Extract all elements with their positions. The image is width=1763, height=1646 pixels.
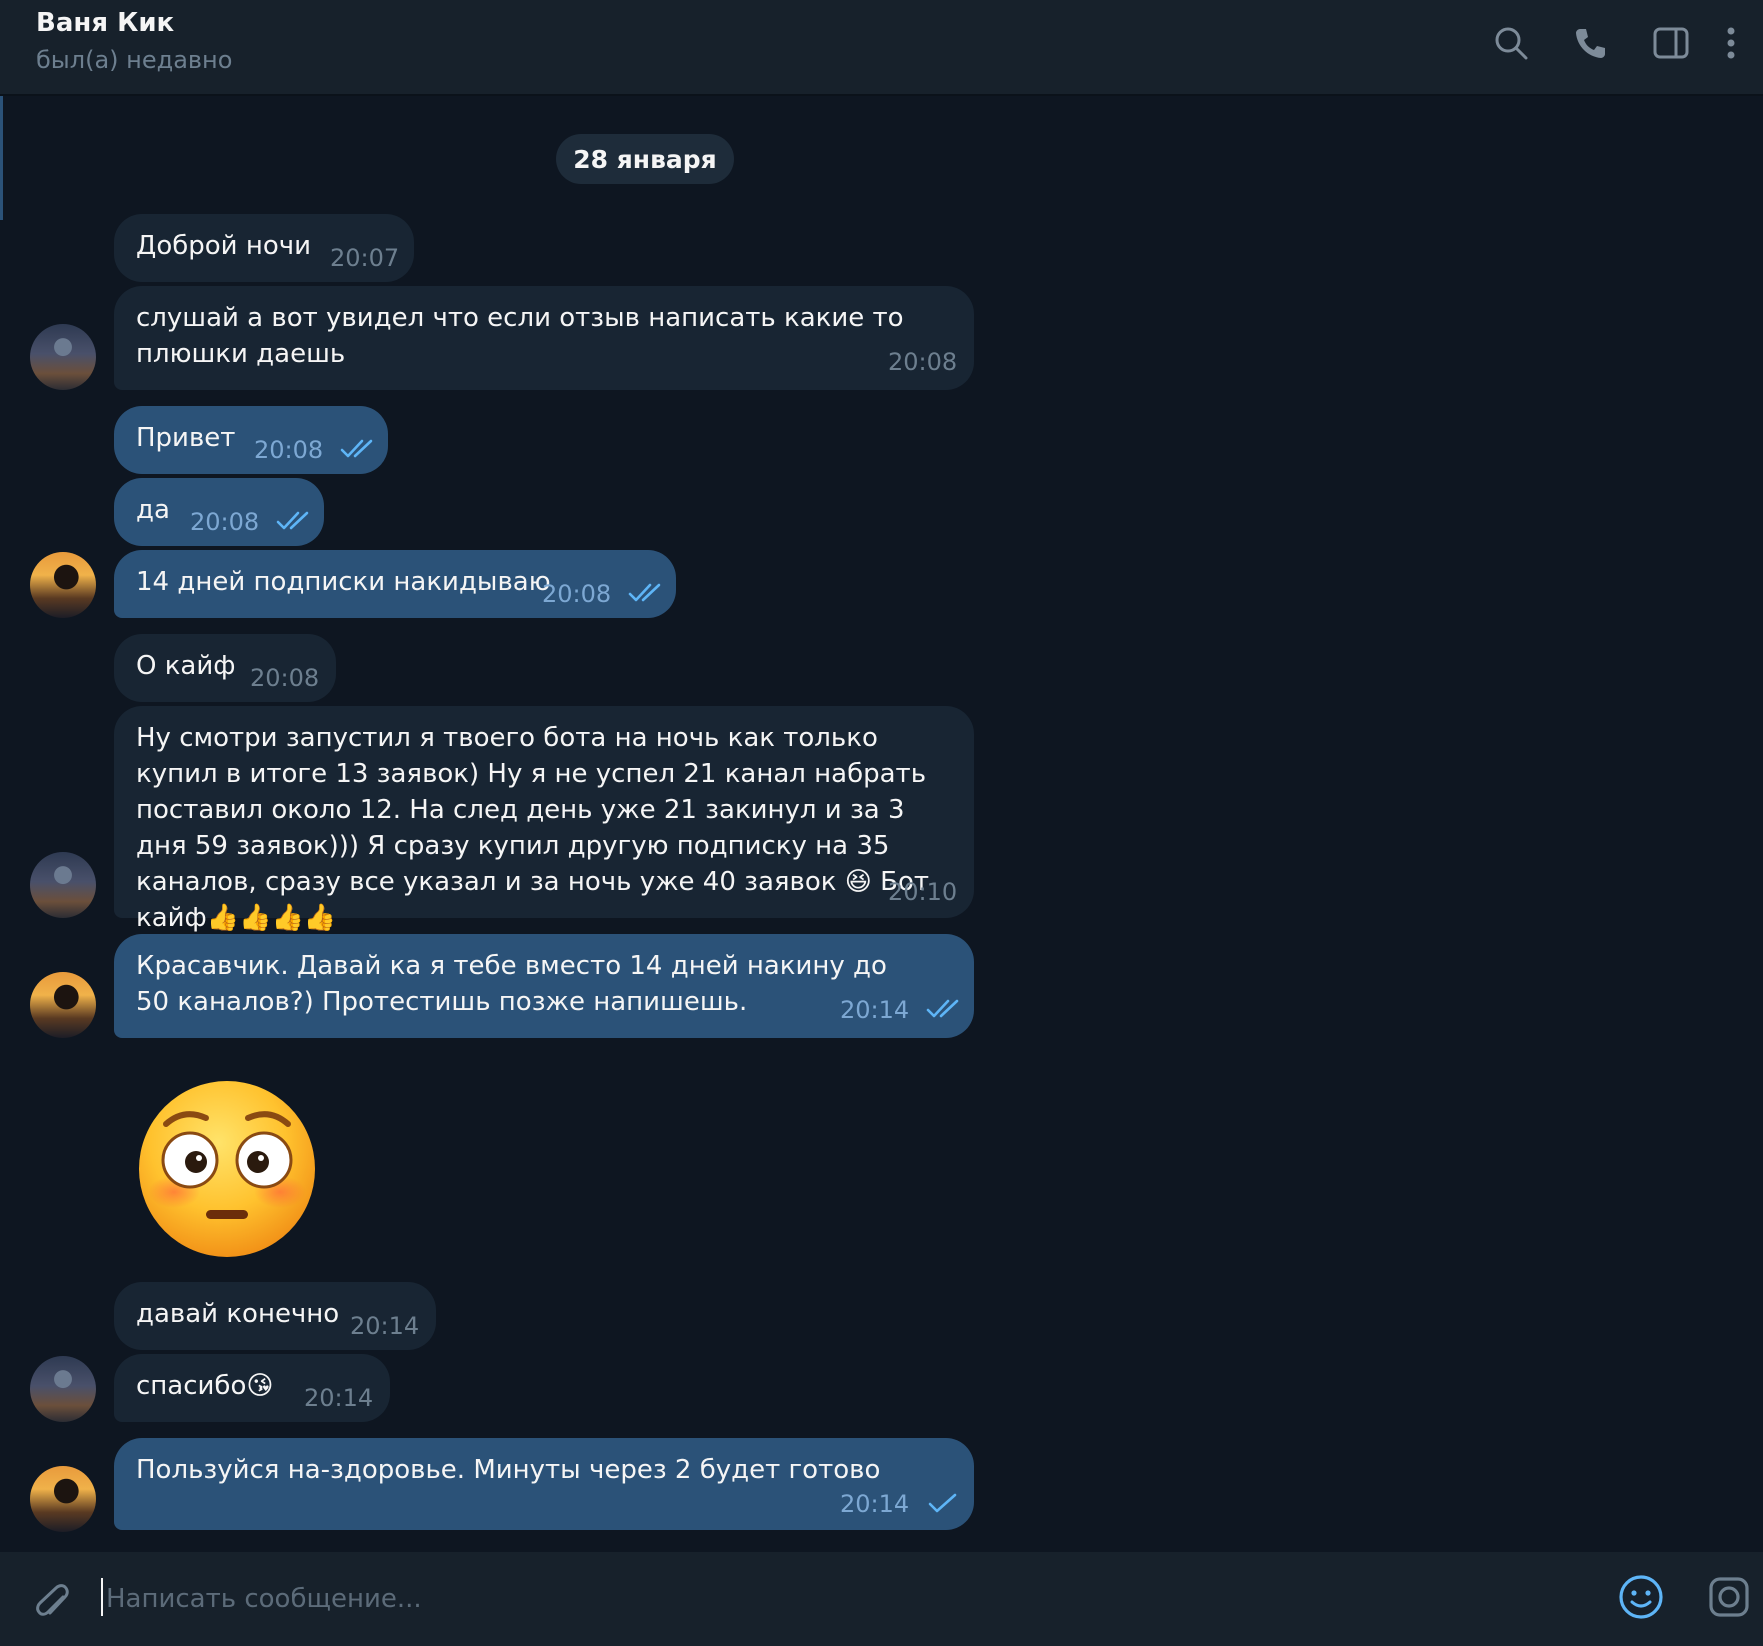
read-checkmarks-icon (276, 511, 309, 530)
text-caret (101, 1578, 103, 1616)
emoji-icon (1619, 1575, 1663, 1619)
message-time: 20:14 (840, 1490, 910, 1518)
message-text: 14 дней подписки накидываю (136, 567, 551, 597)
more-vertical-icon (1727, 27, 1735, 59)
emoji-button[interactable] (1614, 1570, 1668, 1624)
read-checkmarks-icon (926, 999, 959, 1018)
flushed-face-sticker[interactable] (132, 1074, 322, 1264)
message-time: 20:08 (190, 508, 260, 536)
message-incoming[interactable]: О кайф 20:08 (114, 634, 336, 702)
avatar[interactable] (30, 552, 96, 618)
read-checkmarks-icon (340, 439, 373, 458)
message-text: давай конечно (136, 1299, 340, 1329)
message-outgoing[interactable]: Пользуйся на-здоровье. Минуты через 2 бу… (114, 1438, 974, 1530)
avatar[interactable] (30, 1466, 96, 1532)
search-icon (1495, 27, 1528, 60)
call-button[interactable] (1551, 18, 1631, 68)
message-outgoing[interactable]: да 20:08 (114, 478, 324, 546)
more-button[interactable] (1711, 18, 1751, 68)
avatar[interactable] (30, 324, 96, 390)
message-time: 20:08 (542, 580, 612, 608)
message-incoming[interactable]: давай конечно 20:14 (114, 1282, 436, 1350)
message-time: 20:14 (350, 1312, 420, 1340)
message-text: Ну смотри запустил я твоего бота на ночь… (136, 723, 930, 933)
telegram-window: Ваня Кик был(а) недавно 28 января Доброй… (0, 0, 1763, 1646)
message-outgoing[interactable]: Красавчик. Давай ка я тебе вместо 14 дне… (114, 934, 974, 1038)
message-time: 20:07 (330, 244, 400, 272)
avatar[interactable] (30, 1356, 96, 1422)
message-time: 20:08 (888, 348, 958, 376)
message-text: Красавчик. Давай ка я тебе вместо 14 дне… (136, 951, 887, 1017)
message-text: да (136, 495, 170, 525)
paperclip-icon (36, 1584, 69, 1616)
message-incoming[interactable]: слушай а вот увидел что если отзыв напис… (114, 286, 974, 390)
message-time: 20:14 (304, 1384, 374, 1412)
attach-button[interactable] (26, 1574, 76, 1624)
message-time: 20:14 (840, 996, 910, 1024)
sidebar-toggle-icon (1653, 27, 1689, 59)
avatar[interactable] (30, 972, 96, 1038)
sidebar-toggle-button[interactable] (1631, 18, 1711, 68)
message-incoming[interactable]: Доброй ночи 20:07 (114, 214, 414, 282)
message-text: слушай а вот увидел что если отзыв напис… (136, 303, 904, 369)
message-time: 20:08 (250, 664, 320, 692)
message-outgoing[interactable]: 14 дней подписки накидываю 20:08 (114, 550, 676, 618)
contact-name[interactable]: Ваня Кик (36, 8, 174, 38)
contact-status: был(а) недавно (36, 46, 233, 74)
message-text: Доброй ночи (136, 231, 311, 261)
message-composer (0, 1552, 1763, 1646)
message-incoming[interactable]: спасибо😘 20:14 (114, 1354, 390, 1422)
message-outgoing[interactable]: Привет 20:08 (114, 406, 388, 474)
message-time: 20:08 (254, 436, 324, 464)
camera-icon (1709, 1577, 1749, 1617)
message-text: Пользуйся на-здоровье. Минуты через 2 бу… (136, 1455, 881, 1485)
chat-header: Ваня Кик был(а) недавно (0, 0, 1763, 96)
avatar[interactable] (30, 852, 96, 918)
sent-checkmark-icon (928, 1493, 957, 1513)
message-time: 20:10 (888, 878, 958, 906)
video-message-button[interactable] (1702, 1570, 1756, 1624)
message-text: О кайф (136, 651, 236, 681)
message-text: спасибо😘 (136, 1371, 274, 1401)
message-text: Привет (136, 423, 236, 453)
message-incoming[interactable]: Ну смотри запустил я твоего бота на ночь… (114, 706, 974, 933)
chat-selection-indicator (0, 96, 3, 220)
date-separator: 28 января (556, 134, 734, 184)
search-button[interactable] (1471, 18, 1551, 68)
phone-icon (1576, 29, 1605, 58)
message-input[interactable] (104, 1572, 1548, 1626)
header-actions (1471, 18, 1751, 68)
read-checkmarks-icon (628, 583, 661, 602)
